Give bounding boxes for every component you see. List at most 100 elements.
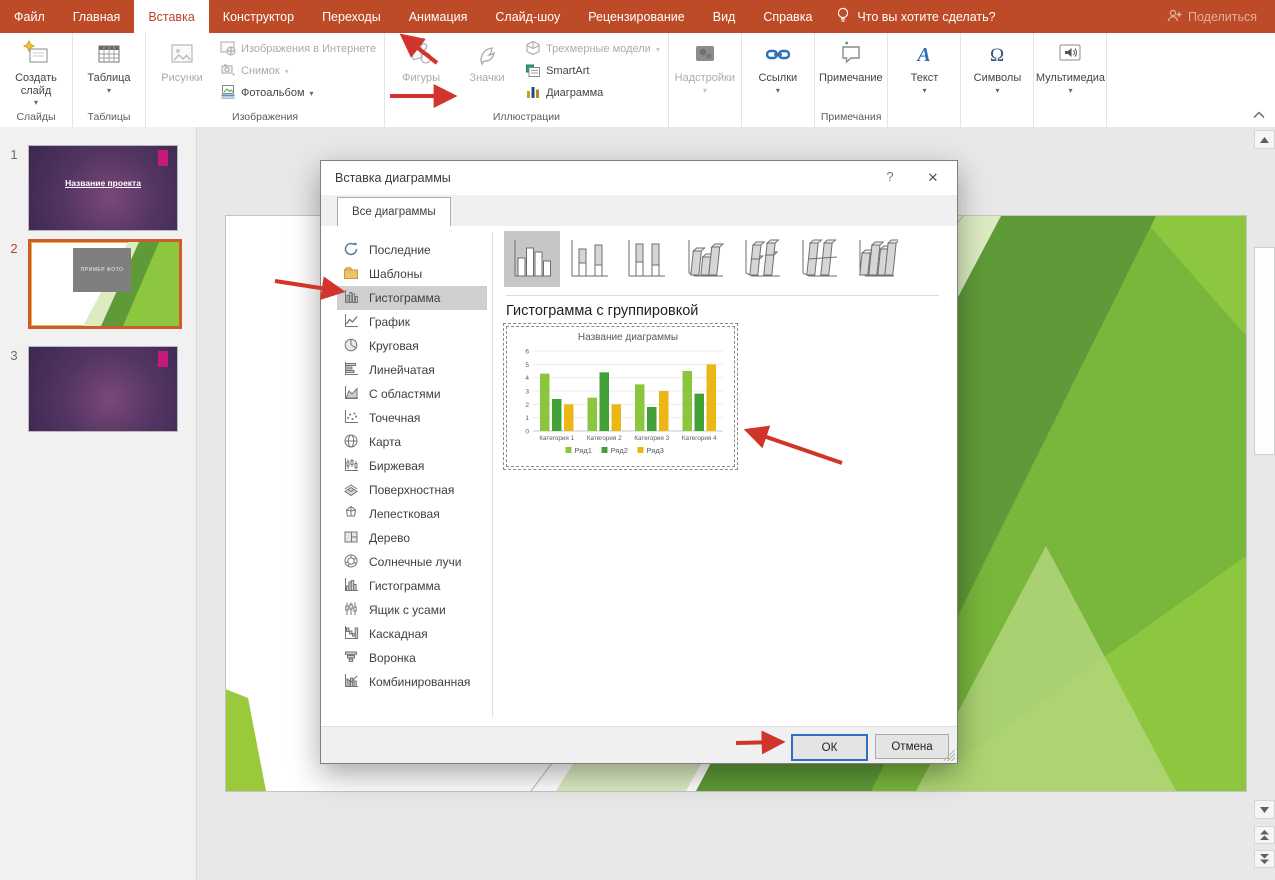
ribbon-button-table[interactable]: Таблица▾ [77, 36, 141, 95]
chart-subtype-3d-clustered[interactable] [675, 231, 731, 287]
vertical-scrollbar-thumb[interactable] [1254, 247, 1275, 455]
chart-type-histogram-2[interactable]: Гистограмма [337, 574, 487, 598]
chart-subtype-3d-stacked100[interactable] [789, 231, 845, 287]
chart-type-scatter[interactable]: Точечная [337, 406, 487, 430]
chart-type-label: С областями [369, 387, 441, 401]
ribbon-button-chart[interactable]: Диаграмма [521, 82, 664, 104]
chart-type-column[interactable]: Гистограмма [337, 286, 487, 310]
slide-thumbnail-3[interactable] [28, 346, 178, 432]
new-slide-icon [22, 39, 50, 69]
tab-review[interactable]: Рецензирование [574, 0, 699, 33]
chart-subtype-stacked100[interactable] [618, 231, 674, 287]
tab-home[interactable]: Главная [59, 0, 135, 33]
surface-icon [343, 481, 359, 500]
ribbon-button-media[interactable]: Мультимедиа▾ [1038, 36, 1102, 95]
ribbon-button-links[interactable]: Ссылки▾ [746, 36, 810, 95]
ribbon-button-comment[interactable]: Примечание [819, 36, 883, 85]
slide-thumbnail-2[interactable]: ПРИМЕР ФОТО [28, 239, 182, 329]
ribbon-button-smartart[interactable]: SmartArt [521, 60, 664, 82]
chart-preview[interactable]: Название диаграммы0123456Категория 1Кате… [506, 326, 735, 467]
tab-transitions[interactable]: Переходы [308, 0, 395, 33]
stock-icon [343, 457, 359, 476]
ok-button[interactable]: ОК [791, 734, 868, 761]
ribbon-group-Примечания: ПримечаниеПримечания [815, 33, 889, 127]
line-icon [343, 313, 359, 332]
scroll-up-button[interactable] [1254, 130, 1275, 149]
ribbon-group-Изображения: РисункиИзображения в ИнтернетеСнимок▾Фот… [146, 33, 385, 127]
collapse-ribbon-button[interactable] [1251, 110, 1267, 124]
chart-type-waterfall[interactable]: Каскадная [337, 622, 487, 646]
dialog-titlebar[interactable]: Вставка диаграммы ? ✕ [321, 161, 957, 195]
tell-me-search[interactable]: Что вы хотите сделать? [836, 0, 995, 33]
chart-type-recent[interactable]: Последние [337, 238, 487, 262]
ribbon-button-text[interactable]: AТекст▾ [892, 36, 956, 95]
ribbon-button-3d-models: Трехмерные модели▾ [521, 38, 664, 60]
area-icon [343, 385, 359, 404]
tab-animations[interactable]: Анимация [395, 0, 482, 33]
dropdown-caret-icon: ▾ [1068, 86, 1072, 95]
tab-help[interactable]: Справка [749, 0, 826, 33]
slide-thumbnail-1[interactable]: Название проекта [28, 145, 178, 231]
chart-type-area[interactable]: С областями [337, 382, 487, 406]
ribbon-button-symbols[interactable]: ΩСимволы▾ [965, 36, 1029, 95]
chart-type-label: Поверхностная [369, 483, 454, 497]
chart-type-list: ПоследниеШаблоныГистограммаГрафикКругова… [337, 238, 487, 694]
chart-type-templates[interactable]: Шаблоны [337, 262, 487, 286]
ribbon-group-label: Таблицы [77, 110, 141, 126]
ribbon-button-label: Значки [469, 72, 504, 85]
chart-type-label: Комбинированная [369, 675, 470, 689]
tab-insert[interactable]: Вставка [134, 0, 208, 33]
tab-slideshow[interactable]: Слайд-шоу [481, 0, 574, 33]
tab-view[interactable]: Вид [699, 0, 750, 33]
combo-icon [343, 673, 359, 692]
bar-icon [343, 361, 359, 380]
chart-type-label: Ящик с усами [369, 603, 446, 617]
tab-design[interactable]: Конструктор [209, 0, 308, 33]
chart-type-bar[interactable]: Линейчатая [337, 358, 487, 382]
svg-text:A: A [916, 44, 931, 66]
dialog-help-button[interactable]: ? [877, 169, 903, 189]
chart-type-pie[interactable]: Круговая [337, 334, 487, 358]
media-icon [1056, 39, 1084, 69]
chart-type-radar[interactable]: Лепестковая [337, 502, 487, 526]
ribbon-button-label: Мультимедиа [1036, 72, 1105, 85]
ribbon-button-photo-album[interactable]: Фотоальбом▾ [216, 82, 380, 104]
next-slide-button[interactable] [1254, 850, 1275, 868]
chart-type-stock[interactable]: Биржевая [337, 454, 487, 478]
ribbon-button-label: Таблица [87, 72, 130, 85]
lightbulb-icon [836, 6, 850, 27]
chart-type-boxwhisker[interactable]: Ящик с усами [337, 598, 487, 622]
chart-type-map[interactable]: Карта [337, 430, 487, 454]
dialog-vertical-separator [492, 232, 493, 717]
scroll-down-button[interactable] [1254, 800, 1275, 819]
column-icon [343, 289, 359, 308]
ribbon-button-new-slide[interactable]: Создать слайд▾ [4, 36, 68, 107]
chart-type-surface[interactable]: Поверхностная [337, 478, 487, 502]
chart-subtype-clustered[interactable] [504, 231, 560, 287]
chart-type-treemap[interactable]: Дерево [337, 526, 487, 550]
dialog-close-button[interactable]: ✕ [917, 167, 949, 189]
chart-type-line[interactable]: График [337, 310, 487, 334]
tab-file[interactable]: Файл [0, 0, 59, 33]
chart-subtype-row [504, 231, 902, 287]
chart-subtype-3d-stacked[interactable] [732, 231, 788, 287]
svg-text:Ряд2: Ряд2 [611, 446, 628, 455]
slide-thumbnail-panel: 1Название проекта2ПРИМЕР ФОТО3 [0, 127, 197, 880]
ribbon-group-label: Изображения [150, 110, 380, 126]
share-button[interactable]: Поделиться [1167, 0, 1275, 33]
photo-placeholder: ПРИМЕР ФОТО [73, 248, 131, 292]
chart-type-funnel[interactable]: Воронка [337, 646, 487, 670]
recent-icon [343, 241, 359, 260]
chart-subtype-stacked[interactable] [561, 231, 617, 287]
cancel-button[interactable]: Отмена [875, 734, 949, 759]
ribbon-button-label: Создать слайд [6, 72, 66, 97]
chart-type-combo[interactable]: Комбинированная [337, 670, 487, 694]
tab-all-charts[interactable]: Все диаграммы [337, 197, 451, 227]
shapes-icon [407, 39, 435, 69]
previous-slide-button[interactable] [1254, 826, 1275, 844]
insert-chart-dialog: Вставка диаграммы ? ✕ Все диаграммы Посл… [320, 160, 958, 764]
chart-subtype-3d-column[interactable] [846, 231, 902, 287]
chart-type-sunburst[interactable]: Солнечные лучи [337, 550, 487, 574]
dialog-resize-grip[interactable] [943, 749, 955, 761]
funnel-icon [343, 649, 359, 668]
